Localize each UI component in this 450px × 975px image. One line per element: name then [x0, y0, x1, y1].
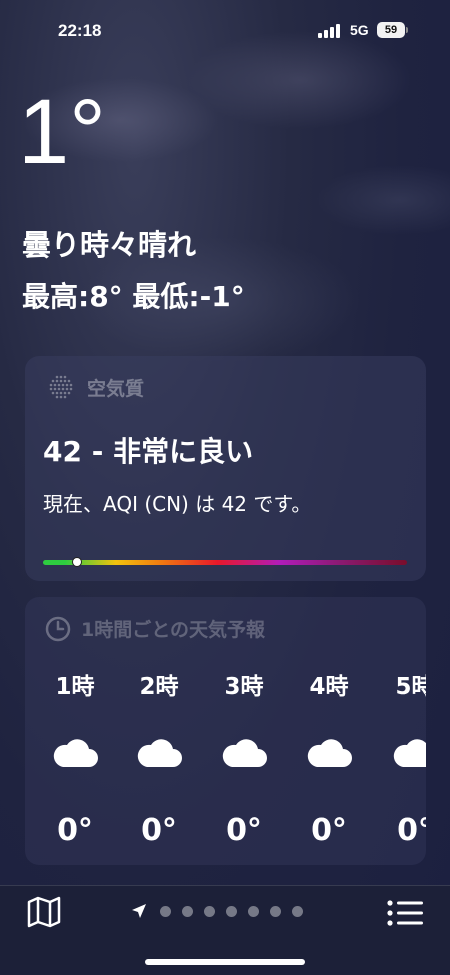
status-time: 22:18	[58, 21, 102, 40]
hour-item: 2時 0°	[123, 667, 195, 848]
signal-icon	[318, 24, 342, 38]
page-dot[interactable]	[270, 906, 281, 917]
hour-temperature: 0°	[311, 813, 347, 848]
hour-item: 4時 0°	[293, 667, 365, 848]
page-dot[interactable]	[182, 906, 193, 917]
network-label: 5G	[350, 22, 369, 38]
air-quality-title: 空気質	[87, 377, 145, 400]
hour-label: 4時	[309, 674, 349, 700]
cloud-icon	[123, 735, 195, 775]
high-low-temperature: 最高:8° 最低:-1°	[22, 280, 245, 313]
page-dot[interactable]	[204, 906, 215, 917]
aqi-description: 現在、AQI (CN) は 42 です。	[43, 492, 312, 516]
bottom-toolbar	[0, 885, 450, 975]
hourly-title: 1時間ごとの天気予報	[81, 619, 266, 641]
cloud-icon	[39, 735, 111, 775]
location-arrow-icon[interactable]	[130, 902, 148, 920]
hour-label: 3時	[224, 674, 264, 700]
hour-label: 5時	[395, 674, 426, 700]
page-indicator[interactable]	[160, 906, 303, 917]
aqi-scale-bar	[43, 557, 407, 567]
hour-temperature: 0°	[141, 813, 177, 848]
map-icon[interactable]	[26, 896, 62, 928]
page-dot[interactable]	[292, 906, 303, 917]
current-condition: 曇り時々晴れ	[22, 228, 197, 262]
hourly-header: 1時間ごとの天気予報	[45, 615, 265, 642]
page-dot[interactable]	[226, 906, 237, 917]
cloud-icon	[379, 735, 426, 775]
air-quality-header: 空気質	[47, 374, 144, 400]
battery-icon: 59	[377, 22, 405, 38]
air-quality-card[interactable]: 空気質 42 - 非常に良い 現在、AQI (CN) は 42 です。	[25, 356, 426, 581]
aqi-indicator-dot	[72, 557, 82, 567]
clock-icon	[45, 616, 71, 641]
current-temperature: 1°	[18, 81, 106, 183]
aqi-value: 42 - 非常に良い	[43, 435, 254, 468]
cloud-icon	[208, 735, 280, 775]
hour-item: 1時 0°	[39, 667, 111, 848]
hour-item: 5時 0°	[379, 667, 426, 848]
page-dot[interactable]	[248, 906, 259, 917]
hour-temperature: 0°	[226, 813, 262, 848]
hour-temperature: 0°	[57, 813, 93, 848]
hour-label: 1時	[55, 674, 95, 700]
home-indicator	[145, 959, 305, 965]
hour-label: 2時	[139, 674, 179, 700]
air-quality-icon	[49, 375, 73, 399]
status-bar: 22:18 5G 59	[0, 18, 450, 46]
list-icon[interactable]	[386, 898, 424, 928]
battery-cap	[406, 27, 408, 33]
cloud-icon	[293, 735, 365, 775]
hour-item: 3時 0°	[208, 667, 280, 848]
hour-temperature: 0°	[397, 813, 426, 848]
hourly-forecast-card[interactable]: 1時間ごとの天気予報 1時 0° 2時 0° 3時 0° 4時 0° 5時 0°	[25, 597, 426, 865]
page-dot[interactable]	[160, 906, 171, 917]
